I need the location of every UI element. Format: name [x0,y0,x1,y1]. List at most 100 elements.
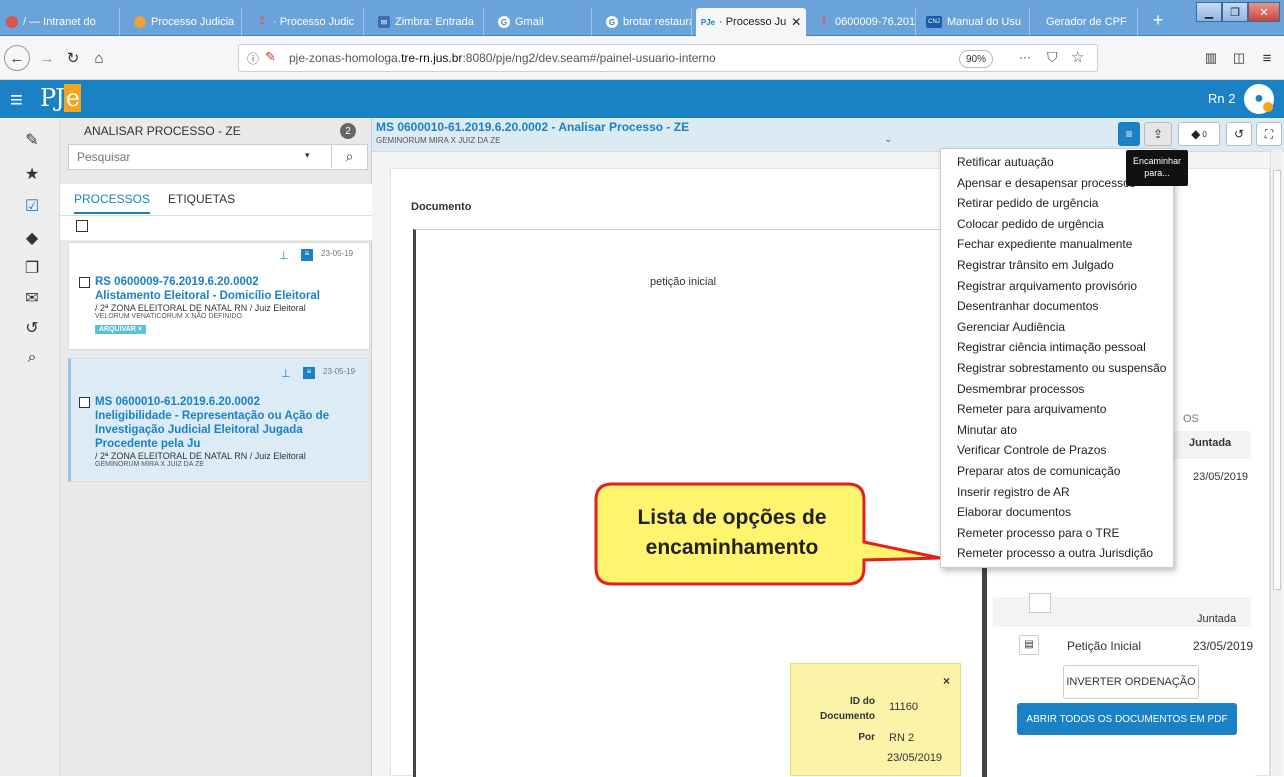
minimize-window-button[interactable]: ▁ [1196,2,1222,22]
pin-icon[interactable]: ⊥ [281,367,291,380]
id-value: 11160 [889,701,918,713]
process-parties: VELORUM VENATICORUM X NÃO DEFINIDO [95,313,242,320]
menu-item[interactable]: Preparar atos de comunicação [957,464,1120,478]
tags-button[interactable]: ◆ 0 [1178,122,1220,146]
browser-tab[interactable]: ✉ Zimbra: Entrada [372,8,484,36]
invert-order-button[interactable]: INVERTER ORDENAÇÃO [1063,665,1199,699]
tab-etiquetas[interactable]: ETIQUETAS [168,192,235,206]
browser-tab[interactable]: Processo Judicia [128,8,242,36]
menu-item[interactable]: Registrar ciência intimação pessoal [957,340,1146,354]
menu-item[interactable]: Desmembrar processos [957,382,1084,396]
history-button[interactable]: ↺ [1226,122,1252,146]
sidebar-toggle-icon[interactable]: ◫ [1226,45,1252,71]
scrollbar-thumb[interactable] [1273,170,1281,590]
tab-processos[interactable]: PROCESSOS [74,192,151,214]
star-icon[interactable]: ★ [22,164,42,184]
info-icon[interactable]: ⓘ [247,50,259,67]
menu-item[interactable]: Retirar pedido de urgência [957,196,1098,210]
menu-item[interactable]: Colocar pedido de urgência [957,217,1104,231]
process-number[interactable]: MS 0600010-61.2019.6.20.0002 [95,395,367,409]
copy-icon[interactable]: ❐ [22,258,42,278]
process-header-title[interactable]: MS 0600010-61.2019.6.20.0002 - Analisar … [376,120,689,134]
browser-tab-active[interactable]: PJe · Processo Ju ✕ [696,8,806,36]
forward-arrow-icon[interactable]: → [34,45,60,71]
document-file-icon[interactable]: ▤ [1019,635,1039,655]
card-checkbox[interactable] [79,397,90,408]
checkbox-tasks-icon[interactable]: ☑ [22,196,42,216]
menu-item[interactable]: Inserir registro de AR [957,485,1070,499]
zoom-indicator[interactable]: 90% [959,50,993,68]
library-icon[interactable]: ▥ [1198,45,1224,71]
maximize-window-button[interactable]: ❐ [1222,2,1248,22]
chevron-down-icon[interactable]: ⌄ [884,134,892,145]
menu-item[interactable]: Verificar Controle de Prazos [957,443,1106,457]
bookmark-star-icon[interactable]: ☆ [1071,48,1084,66]
id-label: ID do Documento [820,696,875,722]
avatar[interactable]: ● [1244,84,1274,114]
google-icon: G [606,16,618,28]
menu-item[interactable]: Desentranhar documentos [957,299,1098,313]
menu-item[interactable]: Gerenciar Audiência [957,320,1065,334]
menu-item[interactable]: Registrar sobrestamento ou suspensão [957,361,1166,375]
expand-button[interactable]: ⛶ [1256,122,1282,146]
select-all-checkbox[interactable] [76,220,88,232]
page-actions-icon[interactable]: ··· [1019,50,1031,64]
document-name[interactable]: Petição Inicial [1067,639,1141,653]
menu-item[interactable]: Minutar ato [957,423,1017,437]
close-icon[interactable]: ✕ [791,15,801,29]
document-info-box: × ID do Documento 11160 Por RN 2 23/05/2… [790,663,961,776]
search-input[interactable] [69,145,305,169]
chevron-down-icon[interactable]: ▾ [305,150,310,161]
history-icon[interactable]: ↺ [22,318,42,338]
browser-tab[interactable]: G brotar restauran [600,8,692,36]
tags-icon[interactable]: ◆ [22,228,42,248]
close-window-button[interactable]: ✕ [1248,2,1280,22]
pin-icon[interactable]: ⊥ [279,249,289,262]
reload-icon[interactable]: ↻ [60,45,86,71]
list-header: OS [1183,413,1199,425]
pje-logo[interactable]: PJe [40,84,81,112]
mail-icon[interactable]: ✉ [22,288,42,308]
menu-item[interactable]: Fechar expediente manualmente [957,237,1132,251]
browser-tab[interactable]: / — Intranet do [0,8,120,36]
browser-tab[interactable]: ⁑ 0600009-76.201 [812,8,916,36]
browser-tab[interactable]: Gerador de CPF [1034,8,1138,36]
search-icon[interactable]: ⌕ [22,348,42,368]
search-button[interactable]: ⌕ [331,144,367,168]
menu-item[interactable]: Remeter para arquivamento [957,402,1106,416]
open-all-pdf-button[interactable]: ABRIR TODOS OS DOCUMENTOS EM PDF [1017,703,1237,735]
menu-item[interactable]: Registrar trânsito em Julgado [957,258,1114,272]
browser-tab[interactable]: ⁑ · Processo Judic [250,8,364,36]
menu-item[interactable]: Apensar e desapensar processos [957,176,1136,190]
menu-item[interactable]: Retificar autuação [957,155,1054,169]
forward-button[interactable]: ⇪ [1144,122,1172,146]
hamburger-menu-icon[interactable]: ≡ [10,87,23,113]
document-icon[interactable]: ≡ [301,249,313,261]
browser-tab[interactable]: CNJ Manual do Usu [920,8,1030,36]
home-icon[interactable]: ⌂ [86,45,112,71]
menu-hamburger-icon[interactable]: ≡ [1254,45,1280,71]
menu-item[interactable]: Elaborar documentos [957,505,1071,519]
new-tab-plus-icon[interactable]: + [1144,10,1172,32]
menu-item[interactable]: Remeter processo para o TRE [957,526,1120,540]
card-checkbox[interactable] [79,277,90,288]
document-icon[interactable]: ≡ [303,367,315,379]
process-header: MS 0600010-61.2019.6.20.0002 - Analisar … [372,118,1284,152]
address-bar[interactable]: ⓘ ✎ pje-zonas-homologa.tre-rn.jus.br:808… [238,44,1098,72]
close-icon[interactable]: × [943,674,950,688]
pencil-icon[interactable]: ✎ [22,130,42,150]
pocket-icon[interactable]: ⛉ [1047,49,1058,66]
scrollbar[interactable] [1270,150,1282,776]
card-date: 23-05-19 [323,367,356,376]
process-card[interactable]: ⊥ ≡ 23-05-19 RS 0600009-76.2019.6.20.000… [68,242,370,350]
sort-button[interactable] [1029,593,1051,613]
menu-item[interactable]: Registrar arquivamento provisório [957,279,1137,293]
process-card-selected[interactable]: ⊥ ≡ 23-05-19 MS 0600010-61.2019.6.20.000… [68,358,370,482]
browser-tab[interactable]: G Gmail [492,8,592,36]
tab-label: · Processo Judic [273,16,355,28]
back-arrow-icon[interactable]: ← [4,45,30,71]
menu-item[interactable]: Remeter processo a outra Jurisdição [957,546,1153,560]
tag-arquivar[interactable]: ARQUIVAR × [95,325,146,334]
document-view-button[interactable]: ≡ [1118,122,1140,146]
process-number[interactable]: RS 0600009-76.2019.6.20.0002 [95,275,365,289]
